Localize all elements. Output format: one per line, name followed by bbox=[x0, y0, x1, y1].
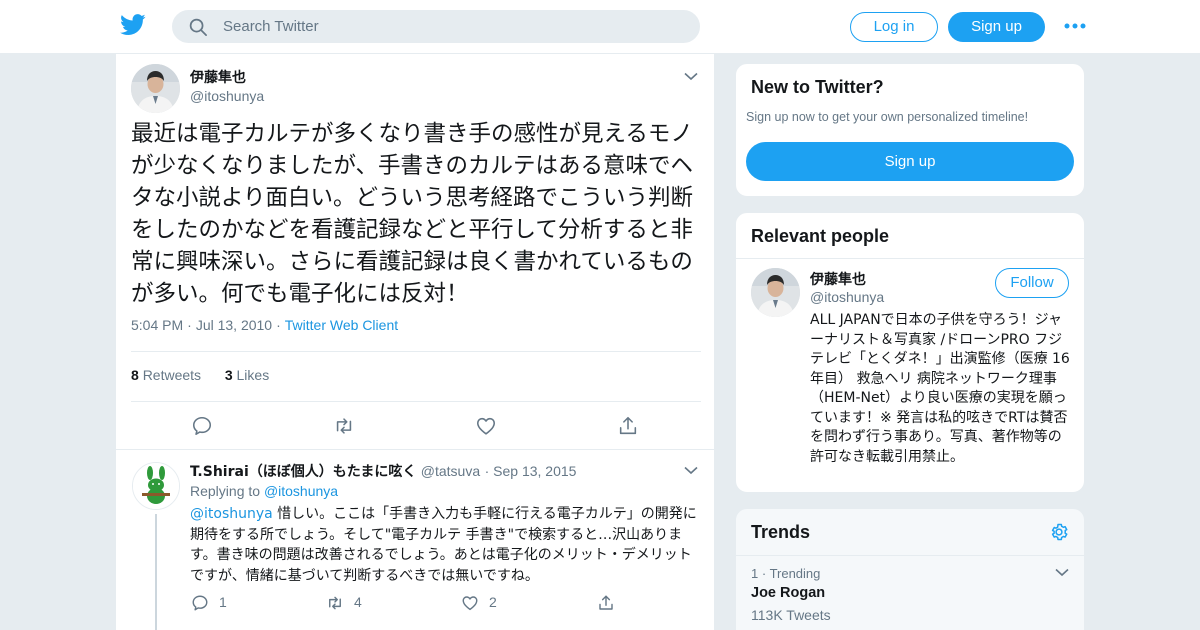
chevron-down-icon[interactable] bbox=[684, 72, 698, 81]
author-handle[interactable]: @itoshunya bbox=[190, 88, 264, 104]
reply-icon[interactable] bbox=[191, 415, 213, 437]
divider bbox=[116, 449, 714, 450]
tweet-stats: 8 Retweets 3 Likes bbox=[131, 367, 269, 383]
gear-icon[interactable] bbox=[1049, 522, 1069, 542]
reply-text: @itoshunya 惜しい。ここは「手書き入力も手軽に行える電子カルテ」の開発… bbox=[190, 504, 700, 586]
trends-card: Trends 1 · Trending Joe Rogan 113K Tweet… bbox=[735, 508, 1085, 630]
replying-handle-link[interactable]: @itoshunya bbox=[264, 483, 338, 499]
person-handle[interactable]: @itoshunya bbox=[810, 289, 884, 305]
relevant-people-card: Relevant people 伊藤隼也 @itoshunya Follow A… bbox=[735, 212, 1085, 493]
relevant-people-title: Relevant people bbox=[751, 226, 890, 246]
reply-author-handle[interactable]: @tatsuva bbox=[421, 463, 480, 479]
search-input[interactable]: Search Twitter bbox=[172, 10, 700, 43]
mention-link[interactable]: @itoshunya bbox=[190, 506, 273, 522]
divider bbox=[131, 401, 701, 402]
reply-icon[interactable] bbox=[191, 594, 209, 612]
divider bbox=[131, 351, 701, 352]
trend-tweet-count: 113K Tweets bbox=[751, 607, 831, 623]
replying-to: Replying to @itoshunya bbox=[190, 483, 338, 499]
reply-count: 1 bbox=[219, 594, 227, 610]
retweet-icon[interactable] bbox=[333, 415, 355, 437]
tweet-meta: 5:04 PM · Jul 13, 2010 · Twitter Web Client bbox=[131, 317, 399, 333]
retweets-count[interactable]: 8 bbox=[131, 367, 139, 383]
author-name[interactable]: 伊藤隼也 bbox=[190, 67, 246, 87]
follow-button[interactable]: Follow bbox=[995, 268, 1069, 298]
trends-title: Trends bbox=[751, 522, 811, 542]
share-icon[interactable] bbox=[597, 594, 615, 612]
person-name[interactable]: 伊藤隼也 bbox=[810, 269, 866, 289]
reply-author-name[interactable]: T.Shirai（ほぼ個人）もたまに呟く bbox=[190, 464, 416, 480]
tweet-time: 5:04 PM bbox=[131, 317, 184, 333]
person-photo-icon bbox=[751, 268, 800, 317]
search-placeholder: Search Twitter bbox=[223, 18, 319, 35]
like-heart-icon[interactable] bbox=[461, 594, 479, 612]
signup-button[interactable]: Sign up bbox=[948, 12, 1045, 42]
avatar[interactable] bbox=[132, 462, 180, 510]
trend-rank: 1 bbox=[751, 566, 759, 581]
likes-label[interactable]: Likes bbox=[237, 367, 270, 383]
thread-line bbox=[155, 514, 157, 630]
trend-label: Trending bbox=[769, 566, 821, 581]
chevron-down-icon[interactable] bbox=[684, 466, 698, 475]
retweet-count: 4 bbox=[354, 594, 362, 610]
divider bbox=[736, 258, 1084, 259]
new-to-twitter-title: New to Twitter? bbox=[751, 77, 884, 97]
search-icon bbox=[189, 18, 207, 36]
avatar[interactable] bbox=[751, 268, 800, 317]
tweet-column: 伊藤隼也 @itoshunya 最近は電子カルテが多くなり書き手の感性が見えるモ… bbox=[115, 54, 715, 630]
top-bar: Search Twitter Log in Sign up bbox=[0, 0, 1200, 54]
login-button[interactable]: Log in bbox=[850, 12, 938, 42]
more-dots-icon[interactable] bbox=[1064, 20, 1086, 32]
retweet-icon[interactable] bbox=[326, 594, 344, 612]
trend-meta: 1 · Trending bbox=[751, 566, 821, 581]
sidebar-signup-button[interactable]: Sign up bbox=[746, 142, 1074, 181]
like-heart-icon[interactable] bbox=[475, 415, 497, 437]
reply-header: T.Shirai（ほぼ個人）もたまに呟く @tatsuva · Sep 13, … bbox=[190, 463, 577, 480]
like-count: 2 bbox=[489, 594, 497, 610]
tweet-text: 最近は電子カルテが多くなり書き手の感性が見えるモノが少なくなりましたが、手書きの… bbox=[131, 121, 694, 307]
avatar[interactable] bbox=[131, 64, 180, 113]
person-photo-icon bbox=[131, 64, 180, 113]
replying-label: Replying to bbox=[190, 483, 261, 499]
twitter-bird-icon[interactable] bbox=[120, 14, 146, 36]
chevron-down-icon[interactable] bbox=[1055, 568, 1069, 577]
rabbit-avatar-icon bbox=[133, 463, 179, 509]
divider bbox=[736, 555, 1084, 556]
likes-count[interactable]: 3 bbox=[225, 367, 233, 383]
person-bio: ALL JAPANで日本の子供を守ろう！ジャーナリスト＆写真家 /ドローンPRO… bbox=[810, 312, 1070, 465]
tweet-client-link[interactable]: Twitter Web Client bbox=[285, 317, 398, 333]
new-to-twitter-card: New to Twitter? Sign up now to get your … bbox=[735, 63, 1085, 197]
trend-name[interactable]: Joe Rogan bbox=[751, 585, 825, 601]
tweet-date: Jul 13, 2010 bbox=[195, 317, 273, 333]
new-to-twitter-subtitle: Sign up now to get your own personalized… bbox=[746, 110, 1029, 124]
share-icon[interactable] bbox=[617, 415, 639, 437]
retweets-label[interactable]: Retweets bbox=[143, 367, 201, 383]
reply-date[interactable]: Sep 13, 2015 bbox=[493, 463, 576, 479]
